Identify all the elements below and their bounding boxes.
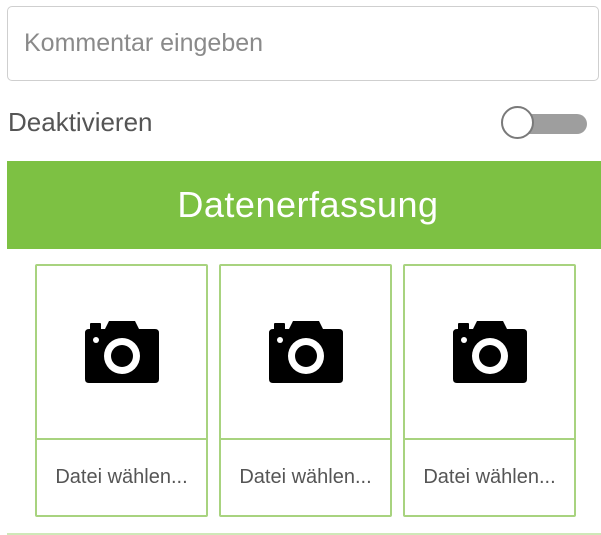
choose-file-label[interactable]: Datei wählen... — [221, 440, 390, 515]
deactivate-toggle[interactable] — [501, 106, 587, 140]
toggle-thumb — [501, 106, 534, 139]
camera-button[interactable] — [221, 266, 390, 438]
deactivate-row: Deaktivieren — [7, 100, 601, 146]
camera-button[interactable] — [37, 266, 206, 438]
file-slot-1[interactable]: Datei wählen... — [35, 264, 208, 517]
section-header: Datenerfassung — [7, 161, 601, 249]
camera-button[interactable] — [405, 266, 574, 438]
comment-input[interactable] — [7, 6, 599, 81]
file-slot-3[interactable]: Datei wählen... — [403, 264, 576, 517]
section-title: Datenerfassung — [177, 184, 439, 225]
choose-file-label[interactable]: Datei wählen... — [37, 440, 206, 515]
data-capture-form: Deaktivieren Datenerfassung Datei wählen… — [0, 0, 601, 535]
camera-icon — [84, 321, 159, 383]
camera-icon — [268, 321, 343, 383]
camera-icon — [452, 321, 527, 383]
file-slot-2[interactable]: Datei wählen... — [219, 264, 392, 517]
choose-file-label[interactable]: Datei wählen... — [405, 440, 574, 515]
deactivate-label: Deaktivieren — [8, 107, 153, 137]
